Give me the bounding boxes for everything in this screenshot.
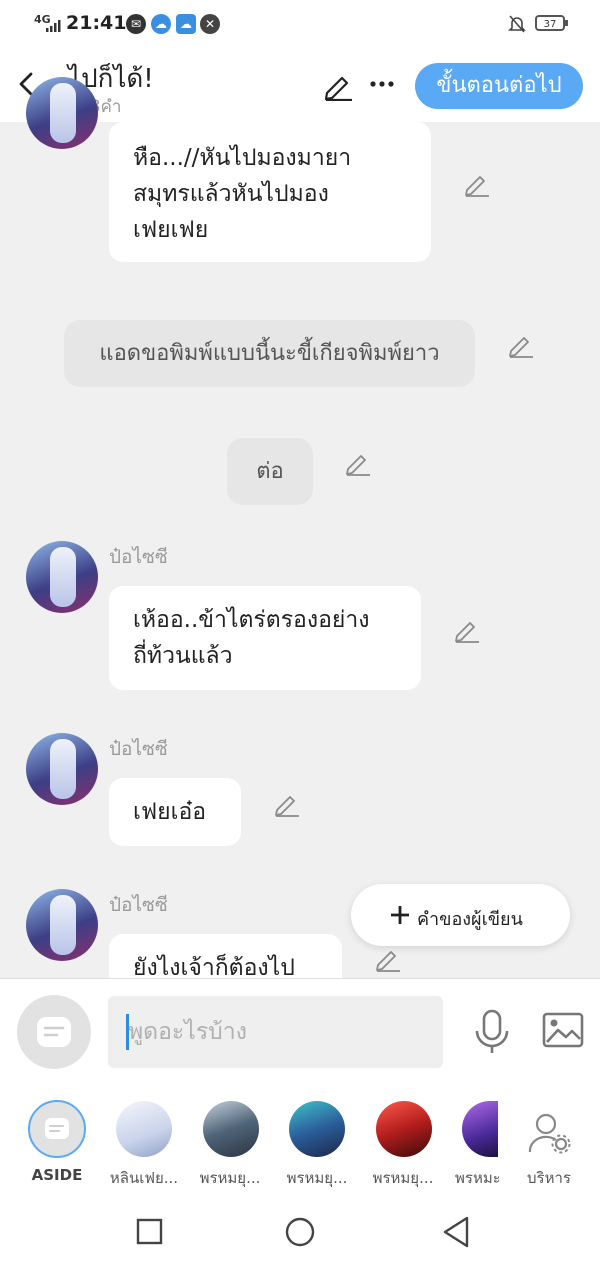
edit-message-icon[interactable] bbox=[374, 945, 402, 973]
character-label: พรหมยุ... bbox=[372, 1169, 434, 1187]
manage-characters-icon[interactable] bbox=[528, 1112, 572, 1156]
character-label: บริหาร bbox=[527, 1169, 571, 1187]
character-avatar[interactable] bbox=[26, 541, 98, 613]
message-line: เฟยเอ๋อ bbox=[133, 799, 207, 825]
author-note-label: คำของผู้เขียน bbox=[417, 909, 523, 930]
author-note-button[interactable]: คำของผู้เขียน bbox=[351, 884, 570, 946]
chat-bubble-icon bbox=[37, 1017, 71, 1047]
edit-message-icon[interactable] bbox=[273, 790, 301, 818]
message-line: ถี่ท้วนแล้ว bbox=[133, 643, 233, 669]
edit-message-icon[interactable] bbox=[463, 170, 491, 198]
message-line: หือ...//หันไปมองมายา bbox=[133, 145, 352, 171]
input-placeholder: พูดอะไรบ้าง bbox=[128, 1019, 247, 1045]
home-icon[interactable] bbox=[284, 1216, 316, 1248]
message-line: เฟยเฟย bbox=[133, 217, 209, 243]
edit-pencil-icon[interactable] bbox=[322, 71, 354, 101]
character-name: ป๋อไซซี bbox=[109, 738, 168, 760]
cloud-app-icon-2: ☁ bbox=[176, 14, 196, 34]
back-nav-icon[interactable] bbox=[441, 1215, 471, 1249]
character-avatar[interactable] bbox=[289, 1101, 345, 1157]
edit-message-icon[interactable] bbox=[507, 331, 535, 359]
messenger-icon: ✉ bbox=[126, 14, 146, 34]
character-avatar[interactable] bbox=[26, 77, 98, 149]
recent-apps-icon[interactable] bbox=[136, 1218, 164, 1246]
character-label: ASIDE bbox=[31, 1166, 83, 1184]
text-cursor bbox=[126, 1014, 129, 1050]
battery-indicator: 37 bbox=[535, 15, 565, 31]
message-bubble[interactable]: ยังไงเจ้าก็ต้องไป bbox=[109, 934, 342, 978]
message-bubble[interactable]: เฟยเอ๋อ bbox=[109, 778, 241, 846]
chat-bubble-icon bbox=[45, 1118, 69, 1139]
character-avatar[interactable] bbox=[203, 1101, 259, 1157]
character-aside[interactable] bbox=[28, 1100, 86, 1158]
battery-tip bbox=[565, 20, 568, 26]
character-name: ป๋อไซซี bbox=[109, 546, 168, 568]
narration-bubble[interactable]: ต่อ bbox=[227, 438, 313, 505]
signal-icon bbox=[46, 20, 61, 32]
character-avatar[interactable] bbox=[376, 1101, 432, 1157]
character-name: ป๋อไซซี bbox=[109, 894, 168, 916]
character-label: พรหมยุ... bbox=[199, 1169, 261, 1187]
message-input[interactable]: พูดอะไรบ้าง bbox=[108, 996, 443, 1068]
plus-icon bbox=[391, 906, 409, 924]
message-bubble[interactable]: เห้ออ..ข้าไตร่ตรองอย่าง ถี่ท้วนแล้ว bbox=[109, 586, 421, 690]
character-label: พรหมะ bbox=[455, 1169, 499, 1187]
microphone-icon[interactable] bbox=[474, 1009, 510, 1055]
next-step-button[interactable]: ขั้นตอนต่อไป bbox=[415, 63, 583, 109]
message-line: สมุทรแล้วหันไปมอง bbox=[133, 181, 329, 207]
character-avatar[interactable] bbox=[26, 889, 98, 961]
cloud-app-icon: ☁ bbox=[151, 14, 171, 34]
message-line: เห้ออ..ข้าไตร่ตรองอย่าง bbox=[133, 607, 370, 633]
edit-message-icon[interactable] bbox=[344, 449, 372, 477]
bell-off-icon bbox=[508, 15, 526, 33]
close-notification-icon: ✕ bbox=[200, 14, 220, 34]
narration-bubble[interactable]: แอดขอพิมพ์แบบนี้นะขี้เกียจพิมพ์ยาว bbox=[64, 320, 475, 387]
character-avatar[interactable] bbox=[26, 733, 98, 805]
character-label: หลินเฟย... bbox=[109, 1169, 179, 1187]
message-line: ยังไงเจ้าก็ต้องไป bbox=[133, 955, 295, 978]
more-options-icon[interactable] bbox=[370, 80, 394, 88]
message-bubble[interactable]: หือ...//หันไปมองมายา สมุทรแล้วหันไปมอง เ… bbox=[109, 122, 431, 262]
aside-toggle-button[interactable] bbox=[17, 995, 91, 1069]
character-avatar[interactable] bbox=[116, 1101, 172, 1157]
edit-message-icon[interactable] bbox=[453, 616, 481, 644]
character-label: พรหมยุ... bbox=[286, 1169, 348, 1187]
clock: 21:41 bbox=[66, 12, 127, 34]
image-icon[interactable] bbox=[542, 1012, 584, 1048]
